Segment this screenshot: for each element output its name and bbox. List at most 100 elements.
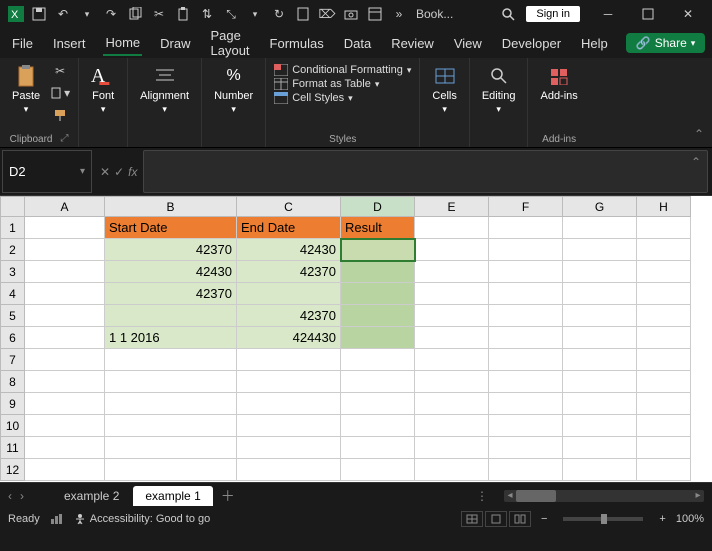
cell-H7[interactable] xyxy=(637,349,691,371)
save-icon[interactable] xyxy=(28,3,50,25)
paste-qat-icon[interactable] xyxy=(172,3,194,25)
cell-H4[interactable] xyxy=(637,283,691,305)
row-header-1[interactable]: 1 xyxy=(1,217,25,239)
chevron-down-icon[interactable]: ▾ xyxy=(76,3,98,25)
cell-H12[interactable] xyxy=(637,459,691,481)
col-header-E[interactable]: E xyxy=(415,197,489,217)
cell-B6[interactable]: 1 1 2016 xyxy=(105,327,237,349)
cell-A2[interactable] xyxy=(25,239,105,261)
cell-C1[interactable]: End Date xyxy=(237,217,341,239)
sheet-nav-next[interactable]: › xyxy=(20,489,24,503)
col-header-H[interactable]: H xyxy=(637,197,691,217)
cell-D6[interactable] xyxy=(341,327,415,349)
cell-G12[interactable] xyxy=(563,459,637,481)
format-as-table-button[interactable]: Format as Table ▾ xyxy=(274,78,411,90)
cut-icon[interactable]: ✂ xyxy=(148,3,170,25)
cell-F10[interactable] xyxy=(489,415,563,437)
tab-data[interactable]: Data xyxy=(342,32,373,55)
cell-G3[interactable] xyxy=(563,261,637,283)
sheet-nav-prev[interactable]: ‹ xyxy=(8,489,12,503)
cell-E12[interactable] xyxy=(415,459,489,481)
cell-D12[interactable] xyxy=(341,459,415,481)
overflow-icon[interactable]: » xyxy=(388,3,410,25)
cancel-formula-icon[interactable]: ✕ xyxy=(100,165,110,179)
row-header-10[interactable]: 10 xyxy=(1,415,25,437)
col-header-C[interactable]: C xyxy=(237,197,341,217)
accessibility-status[interactable]: Accessibility: Good to go xyxy=(74,513,210,525)
cell-G10[interactable] xyxy=(563,415,637,437)
cell-D8[interactable] xyxy=(341,371,415,393)
cell-C3[interactable]: 42370 xyxy=(237,261,341,283)
row-header-2[interactable]: 2 xyxy=(1,239,25,261)
cell-A5[interactable] xyxy=(25,305,105,327)
cell-F11[interactable] xyxy=(489,437,563,459)
cell-E8[interactable] xyxy=(415,371,489,393)
cell-F1[interactable] xyxy=(489,217,563,239)
cell-D1[interactable]: Result xyxy=(341,217,415,239)
cell-D5[interactable] xyxy=(341,305,415,327)
cell-B7[interactable] xyxy=(105,349,237,371)
cell-E7[interactable] xyxy=(415,349,489,371)
cell-D7[interactable] xyxy=(341,349,415,371)
cell-D2[interactable] xyxy=(341,239,415,261)
format-painter-icon[interactable] xyxy=(50,106,70,124)
conditional-formatting-button[interactable]: Conditional Formatting ▾ xyxy=(274,64,411,76)
cell-C6[interactable]: 424430 xyxy=(237,327,341,349)
col-header-B[interactable]: B xyxy=(105,197,237,217)
cell-D10[interactable] xyxy=(341,415,415,437)
cell-D4[interactable] xyxy=(341,283,415,305)
horizontal-scrollbar[interactable]: ◂ ▸ xyxy=(504,490,704,502)
tab-page-layout[interactable]: Page Layout xyxy=(209,24,252,62)
cell-E3[interactable] xyxy=(415,261,489,283)
row-header-9[interactable]: 9 xyxy=(1,393,25,415)
cell-A10[interactable] xyxy=(25,415,105,437)
cell-B4[interactable]: 42370 xyxy=(105,283,237,305)
cell-H1[interactable] xyxy=(637,217,691,239)
cell-G1[interactable] xyxy=(563,217,637,239)
sheet-options-icon[interactable]: ⋮ xyxy=(476,489,488,503)
cell-A9[interactable] xyxy=(25,393,105,415)
cell-G11[interactable] xyxy=(563,437,637,459)
cell-E5[interactable] xyxy=(415,305,489,327)
cell-H11[interactable] xyxy=(637,437,691,459)
tab-insert[interactable]: Insert xyxy=(51,32,88,55)
search-icon[interactable] xyxy=(496,2,520,26)
cell-H2[interactable] xyxy=(637,239,691,261)
sort-icon[interactable]: ⇅ xyxy=(196,3,218,25)
cell-H3[interactable] xyxy=(637,261,691,283)
cell-C7[interactable] xyxy=(237,349,341,371)
tab-file[interactable]: File xyxy=(10,32,35,55)
row-header-6[interactable]: 6 xyxy=(1,327,25,349)
cell-F12[interactable] xyxy=(489,459,563,481)
cell-E11[interactable] xyxy=(415,437,489,459)
share-button[interactable]: 🔗Share▾ xyxy=(626,33,706,53)
cell-B3[interactable]: 42430 xyxy=(105,261,237,283)
scroll-thumb[interactable] xyxy=(516,490,556,502)
chevron-down-icon[interactable]: ▾ xyxy=(80,166,85,177)
cell-F2[interactable] xyxy=(489,239,563,261)
cell-A12[interactable] xyxy=(25,459,105,481)
redo2-icon[interactable]: ↻ xyxy=(268,3,290,25)
cell-A7[interactable] xyxy=(25,349,105,371)
cell-C9[interactable] xyxy=(237,393,341,415)
signin-button[interactable]: Sign in xyxy=(526,6,580,22)
cell-C5[interactable]: 42370 xyxy=(237,305,341,327)
cell-H8[interactable] xyxy=(637,371,691,393)
cell-H10[interactable] xyxy=(637,415,691,437)
row-header-11[interactable]: 11 xyxy=(1,437,25,459)
form-icon[interactable] xyxy=(364,3,386,25)
cell-A8[interactable] xyxy=(25,371,105,393)
row-header-4[interactable]: 4 xyxy=(1,283,25,305)
cell-E6[interactable] xyxy=(415,327,489,349)
cell-H9[interactable] xyxy=(637,393,691,415)
new-file-icon[interactable] xyxy=(292,3,314,25)
copy-icon[interactable] xyxy=(124,3,146,25)
cell-styles-button[interactable]: Cell Styles ▾ xyxy=(274,92,411,104)
tab-view[interactable]: View xyxy=(452,32,484,55)
sheet-tab-example-2[interactable]: example 2 xyxy=(52,486,131,506)
font-button[interactable]: A▬ Font ▾ xyxy=(87,62,119,117)
cell-B5[interactable] xyxy=(105,305,237,327)
cell-H6[interactable] xyxy=(637,327,691,349)
row-header-3[interactable]: 3 xyxy=(1,261,25,283)
tab-formulas[interactable]: Formulas xyxy=(268,32,326,55)
